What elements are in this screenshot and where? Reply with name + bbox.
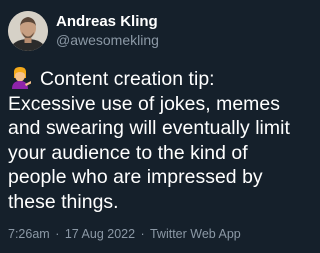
meta-separator: · — [55, 227, 60, 241]
tweet-text-content: Content creation tip: Excessive use of j… — [8, 68, 290, 213]
tweet-meta: 7:26am · 17 Aug 2022 · Twitter Web App — [8, 226, 289, 242]
tweet-date[interactable]: 17 Aug 2022 — [65, 227, 135, 241]
tweet-source[interactable]: Twitter Web App — [150, 227, 241, 241]
avatar[interactable] — [8, 11, 48, 51]
meta-separator: · — [140, 227, 145, 241]
author-handle[interactable]: @awesomekling — [56, 31, 159, 49]
person-tipping-hand-emoji — [12, 67, 31, 89]
tweet-header: Andreas Kling @awesomekling — [8, 10, 289, 52]
author-display-name[interactable]: Andreas Kling — [56, 13, 159, 31]
tweet-text: Content creation tip: Excessive use of j… — [8, 67, 291, 214]
tweet-time[interactable]: 7:26am — [8, 227, 50, 241]
author-names: Andreas Kling @awesomekling — [56, 13, 159, 49]
tweet-card: Andreas Kling @awesomekling Content crea… — [0, 0, 297, 253]
